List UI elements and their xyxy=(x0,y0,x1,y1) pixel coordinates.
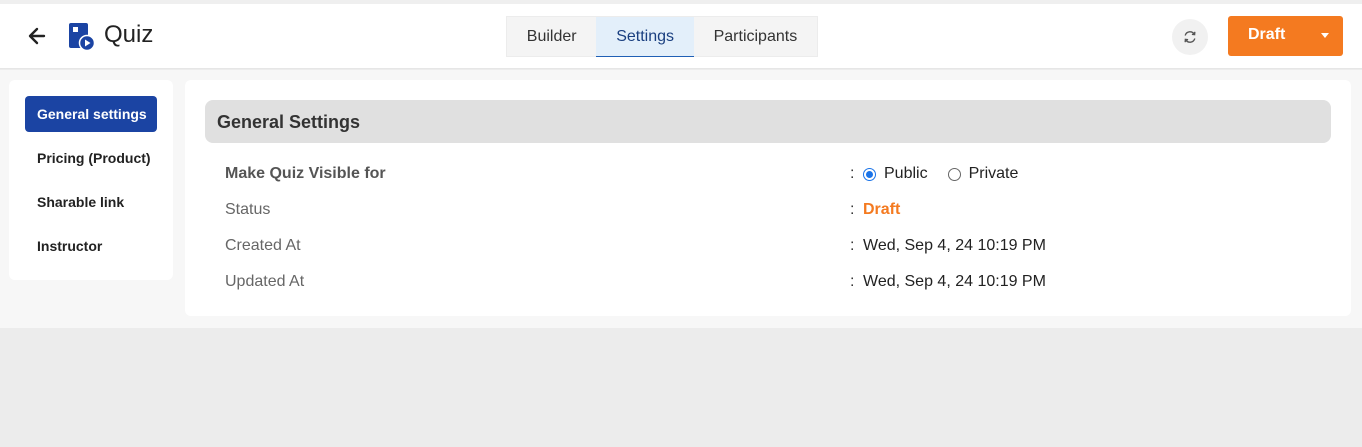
status-button-label: Draft xyxy=(1248,26,1286,43)
tab-bar: Builder Settings Participants xyxy=(506,16,818,57)
app-header: Quiz Builder Settings Participants Draft xyxy=(0,4,1362,69)
section-title: General Settings xyxy=(217,112,361,132)
status-value: Draft xyxy=(863,201,901,218)
created-row: Created At : Wed, Sep 4, 24 10:19 PM xyxy=(185,232,1351,262)
updated-value: Wed, Sep 4, 24 10:19 PM xyxy=(863,273,1046,290)
radio-public-label[interactable]: Public xyxy=(884,165,928,183)
status-row: Status : Draft xyxy=(185,196,1351,226)
visibility-label: Make Quiz Visible for xyxy=(225,165,386,182)
status-dropdown-button[interactable]: Draft xyxy=(1228,16,1343,56)
status-label: Status xyxy=(225,201,271,218)
sidebar-item-general-settings[interactable]: General settings xyxy=(25,96,157,132)
sidebar-item-pricing[interactable]: Pricing (Product) xyxy=(25,140,157,176)
settings-panel: General Settings Make Quiz Visible for :… xyxy=(185,80,1351,316)
chevron-down-icon[interactable] xyxy=(1321,33,1329,38)
radio-public[interactable] xyxy=(863,167,876,181)
updated-label: Updated At xyxy=(225,273,305,290)
settings-sidebar: General settings Pricing (Product) Shara… xyxy=(9,80,173,280)
created-label: Created At xyxy=(225,237,301,254)
separator: : xyxy=(850,165,855,182)
radio-private[interactable] xyxy=(947,167,961,181)
separator: : xyxy=(850,201,855,218)
radio-private-label[interactable]: Private xyxy=(969,165,1019,183)
tab-participants[interactable]: Participants xyxy=(694,17,817,57)
visibility-radio-group: Public Private xyxy=(863,165,1038,183)
tab-builder[interactable]: Builder xyxy=(507,17,596,57)
sidebar-item-instructor[interactable]: Instructor xyxy=(25,228,157,264)
quiz-logo-icon xyxy=(68,22,96,52)
sidebar-item-sharable-link[interactable]: Sharable link xyxy=(25,184,157,220)
separator: : xyxy=(850,273,855,290)
created-value: Wed, Sep 4, 24 10:19 PM xyxy=(863,237,1046,254)
app-title: Quiz xyxy=(104,21,154,48)
separator: : xyxy=(850,237,855,254)
visibility-row: Make Quiz Visible for : Public Private xyxy=(185,160,1351,190)
arrow-left-icon xyxy=(28,27,46,45)
refresh-icon xyxy=(1184,31,1196,43)
tab-settings[interactable]: Settings xyxy=(596,17,694,57)
section-header: General Settings xyxy=(205,100,1331,143)
back-button[interactable] xyxy=(22,21,52,51)
refresh-button[interactable] xyxy=(1172,19,1208,55)
updated-row: Updated At : Wed, Sep 4, 24 10:19 PM xyxy=(185,268,1351,298)
